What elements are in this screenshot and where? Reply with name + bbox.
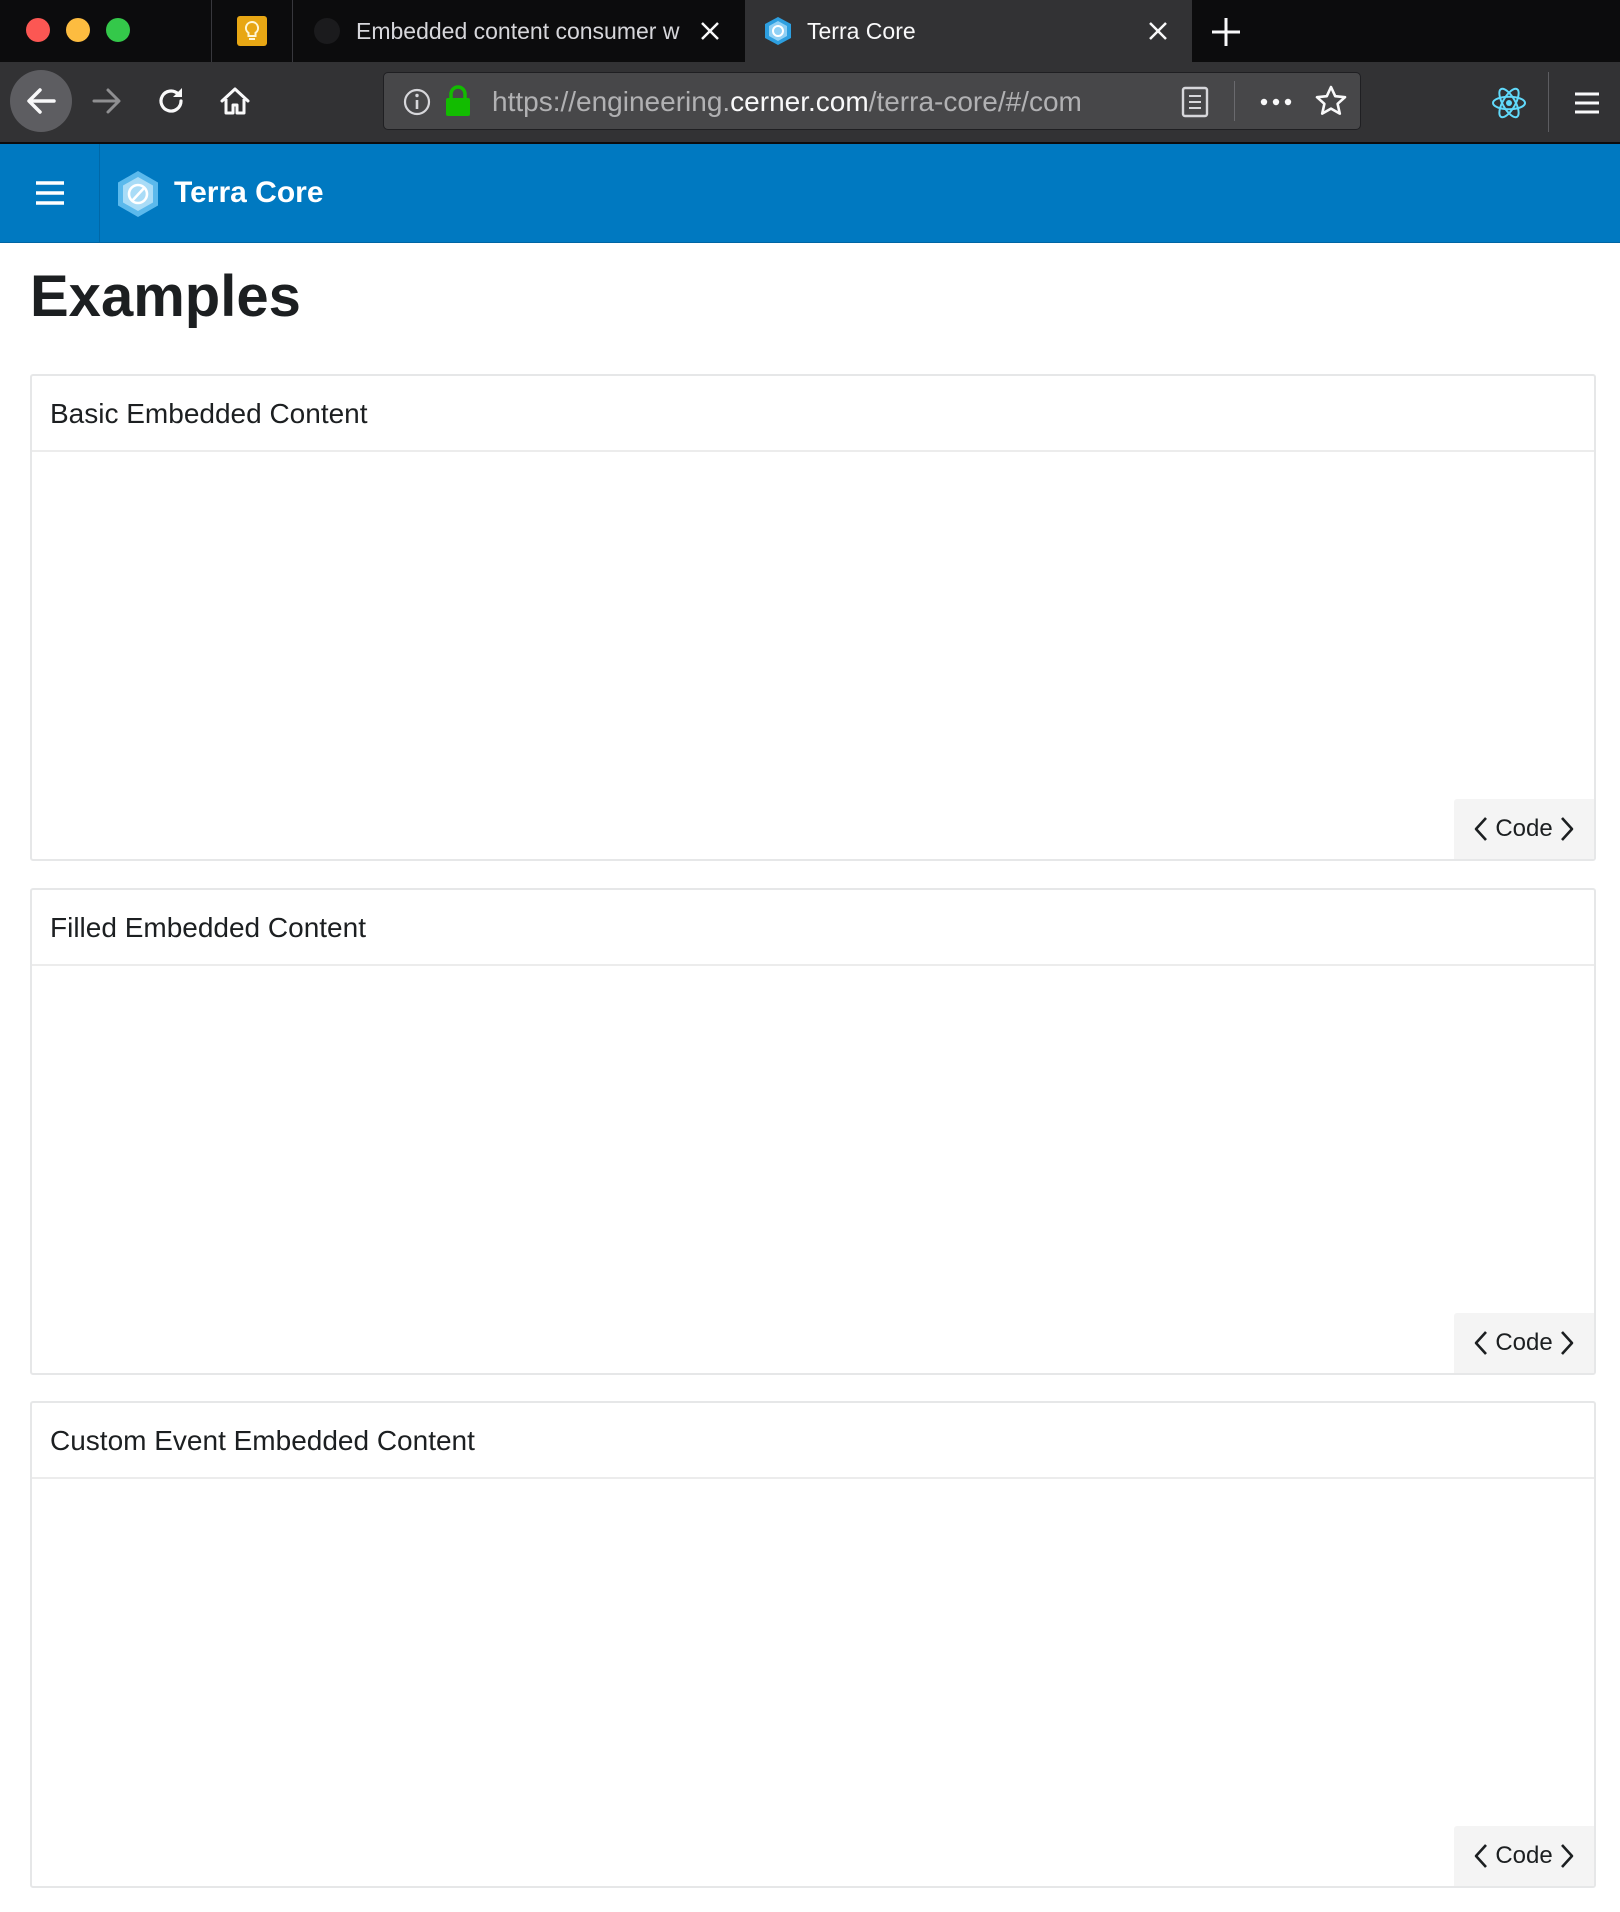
hamburger-icon <box>1575 92 1599 114</box>
url-prefix: https://engineering. <box>492 86 731 117</box>
address-bar[interactable]: https://engineering.cerner.com/terra-cor… <box>383 72 1361 130</box>
app-header: Terra Core <box>0 144 1620 243</box>
arrow-left-icon <box>27 88 56 114</box>
browser-menu-button[interactable] <box>1570 86 1604 120</box>
window-zoom-button[interactable] <box>106 18 130 42</box>
code-label: Code <box>1495 815 1553 842</box>
tab-title: Embedded content consumer w <box>356 18 680 44</box>
browser-tab-strip: Embedded content consumer w Terra Core <box>0 0 1620 62</box>
lightbulb-icon <box>237 16 267 46</box>
code-toggle-button[interactable]: Code <box>1454 1826 1594 1886</box>
url-path: /terra-core/#/com <box>868 86 1082 117</box>
address-bar-separator <box>1234 81 1235 121</box>
reload-button[interactable] <box>144 74 198 128</box>
example-title: Filled Embedded Content <box>50 912 366 943</box>
toolbar-separator <box>1548 72 1549 132</box>
code-toggle-button[interactable]: Code <box>1454 799 1594 859</box>
browser-toolbar: https://engineering.cerner.com/terra-cor… <box>0 62 1620 144</box>
example-card-header: Custom Event Embedded Content <box>32 1403 1594 1479</box>
home-icon <box>220 87 250 115</box>
reader-view-icon[interactable] <box>1179 85 1211 119</box>
url-host: cerner.com <box>730 86 869 117</box>
tab-embedded-content-consumer[interactable]: Embedded content consumer w <box>294 0 744 62</box>
app-title[interactable]: Terra Core <box>174 176 324 210</box>
reload-icon <box>159 88 183 113</box>
chevron-left-icon <box>1475 817 1488 841</box>
example-card-header: Filled Embedded Content <box>32 890 1594 966</box>
tab-title: Terra Core <box>807 18 916 44</box>
window-close-button[interactable] <box>26 18 50 42</box>
pinned-tab[interactable] <box>211 0 293 62</box>
url-text[interactable]: https://engineering.cerner.com/terra-cor… <box>492 85 1112 119</box>
plus-icon <box>1212 18 1240 46</box>
terra-hex-icon <box>763 16 793 46</box>
close-icon[interactable] <box>696 17 724 45</box>
chevron-left-icon <box>1475 1331 1488 1355</box>
example-card-custom-event: Custom Event Embedded Content Code <box>30 1401 1596 1888</box>
embedded-content-frame <box>32 966 1594 1373</box>
react-devtools-icon[interactable] <box>1490 84 1528 122</box>
tab-terra-core[interactable]: Terra Core <box>745 0 1192 62</box>
embedded-content-frame <box>32 452 1594 859</box>
chevron-right-icon <box>1560 1844 1573 1868</box>
example-title: Custom Event Embedded Content <box>50 1425 475 1456</box>
more-actions-icon[interactable] <box>1256 87 1296 117</box>
example-title: Basic Embedded Content <box>50 398 368 429</box>
info-icon[interactable] <box>402 87 432 117</box>
chevron-left-icon <box>1475 1844 1488 1868</box>
app-menu-toggle[interactable] <box>0 144 100 242</box>
example-card-header: Basic Embedded Content <box>32 376 1594 452</box>
embedded-content-frame <box>32 1479 1594 1886</box>
lock-icon[interactable] <box>444 85 472 117</box>
code-toggle-button[interactable]: Code <box>1454 1313 1594 1373</box>
forward-button[interactable] <box>80 74 134 128</box>
page-title: Examples <box>30 264 301 329</box>
bookmark-star-icon[interactable] <box>1314 84 1348 118</box>
hamburger-icon <box>35 181 64 205</box>
chevron-right-icon <box>1560 1331 1573 1355</box>
window-minimize-button[interactable] <box>66 18 90 42</box>
example-card-basic: Basic Embedded Content Code <box>30 374 1596 861</box>
chevron-right-icon <box>1560 817 1573 841</box>
code-label: Code <box>1495 1842 1553 1869</box>
new-tab-button[interactable] <box>1208 14 1244 50</box>
arrow-right-icon <box>92 88 121 114</box>
example-card-filled: Filled Embedded Content Code <box>30 888 1596 1375</box>
terra-logo-icon <box>116 170 160 218</box>
back-button[interactable] <box>10 70 72 132</box>
github-icon <box>312 16 342 46</box>
close-icon[interactable] <box>1144 17 1172 45</box>
home-button[interactable] <box>208 74 262 128</box>
code-label: Code <box>1495 1329 1553 1356</box>
